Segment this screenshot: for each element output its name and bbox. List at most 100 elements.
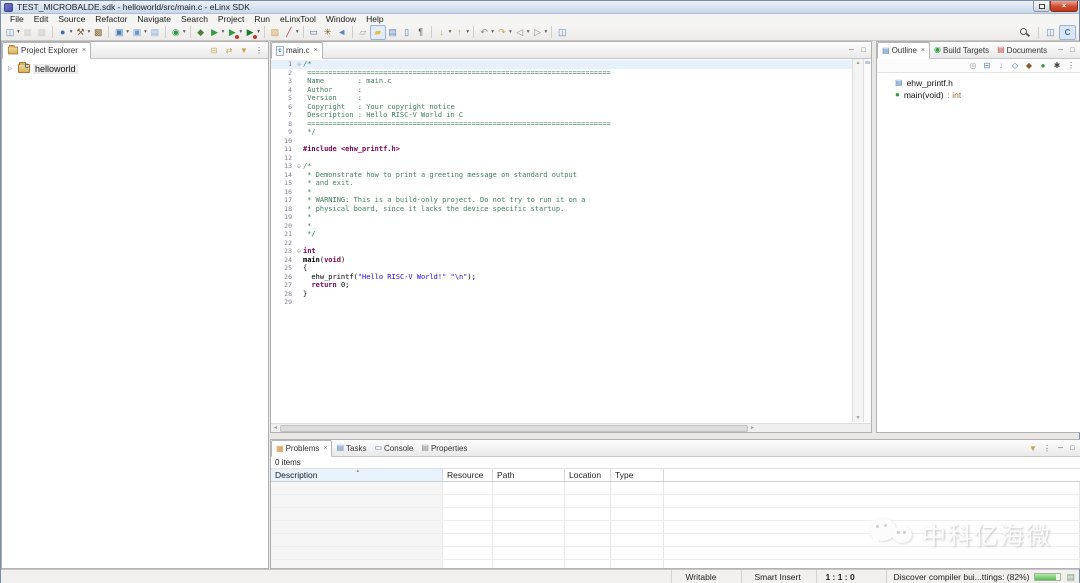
highlight-button[interactable]: ▰ [370, 25, 386, 40]
new-source-file-button[interactable]: ▤ [148, 25, 162, 40]
new-button[interactable]: ◫▾ [3, 25, 21, 40]
collapse-all-button[interactable]: ⊟ [980, 58, 994, 73]
close-button[interactable]: × [1050, 1, 1078, 12]
block-selection-button[interactable]: ▯ [400, 25, 414, 40]
previous-edit-location-button[interactable]: ↑▾ [452, 25, 470, 40]
column-header-location[interactable]: Location [565, 469, 611, 481]
problems-tab-tasks[interactable]: ▤Tasks [332, 440, 370, 456]
overview-ruler[interactable] [863, 59, 871, 422]
outline-tab-outline[interactable]: ▤Outline× [877, 42, 930, 59]
cpp-perspective-button[interactable]: C [1059, 25, 1076, 40]
maximize-button[interactable]: □ [1067, 47, 1078, 54]
column-header-resource[interactable]: Resource [443, 469, 493, 481]
menu-file[interactable]: File [5, 14, 29, 24]
open-perspective-button[interactable]: ◫ [1042, 25, 1059, 40]
minimize-button[interactable]: ─ [1055, 445, 1066, 452]
hide-non-public-button[interactable]: ● [1036, 58, 1050, 73]
menu-navigate[interactable]: Navigate [132, 14, 176, 24]
table-row[interactable] [271, 547, 1080, 560]
dropdown-arrow-icon[interactable]: ▾ [144, 29, 147, 35]
close-icon[interactable]: × [314, 47, 318, 54]
table-row[interactable] [271, 508, 1080, 521]
menu-refactor[interactable]: Refactor [90, 14, 132, 24]
expand-arrow-icon[interactable]: ▷ [8, 65, 15, 72]
scroll-down-icon[interactable]: ▼ [853, 415, 863, 421]
scroll-up-icon[interactable]: ▲ [853, 60, 863, 66]
view-menu-button[interactable]: ⋮ [1040, 441, 1054, 456]
scrollbar-thumb[interactable] [280, 425, 748, 432]
focus-button[interactable]: ◎ [966, 58, 980, 73]
debug-button[interactable]: ◆ [194, 25, 208, 40]
show-whitespace-button[interactable]: ¶ [414, 25, 428, 40]
filter-button[interactable]: ▼ [1026, 441, 1040, 456]
tab-project-explorer[interactable]: Project Explorer × [2, 42, 91, 59]
menu-search[interactable]: Search [176, 14, 213, 24]
restore-button[interactable] [1033, 1, 1050, 12]
table-row[interactable] [271, 521, 1080, 534]
new-cpp-class-button[interactable]: ▣▾ [130, 25, 148, 40]
search-icon[interactable] [1019, 26, 1031, 39]
back-button[interactable]: ◁▾ [513, 25, 531, 40]
column-header-path[interactable]: Path [493, 469, 565, 481]
view-menu-button[interactable]: ⋮ [252, 43, 266, 58]
maximize-button[interactable]: □ [858, 47, 869, 54]
console-display-button[interactable]: ▭ [307, 25, 321, 40]
dropdown-arrow-icon[interactable]: ▾ [466, 29, 469, 35]
dropdown-arrow-icon[interactable]: ▾ [70, 29, 73, 35]
save-all-button[interactable]: ▩ [35, 25, 49, 40]
scroll-right-icon[interactable]: ► [748, 424, 757, 432]
column-header-type[interactable]: Type [611, 469, 664, 481]
outline-item-ehw_printf.h[interactable]: ▤ehw_printf.h [877, 77, 1080, 89]
profile-button[interactable]: ▶▾ [243, 25, 261, 40]
close-icon[interactable]: × [323, 445, 327, 452]
dropdown-arrow-icon[interactable]: ▾ [491, 29, 494, 35]
close-icon[interactable]: × [82, 47, 86, 54]
outline-item-mainvoid[interactable]: ●main(void) : int [877, 89, 1080, 101]
redo-button[interactable]: ↷▾ [495, 25, 513, 40]
table-row[interactable] [271, 495, 1080, 508]
dropdown-arrow-icon[interactable]: ▾ [239, 29, 242, 35]
undo-button[interactable]: ↶▾ [477, 25, 495, 40]
outline-tab-documents[interactable]: ▤Documents [993, 42, 1051, 58]
forward-button[interactable]: ▷▾ [530, 25, 548, 40]
problems-tab-properties[interactable]: ▤Properties [417, 440, 471, 456]
progress-view-icon[interactable]: ▤ [1066, 572, 1075, 583]
dropdown-arrow-icon[interactable]: ▾ [544, 29, 547, 35]
problems-tab-problems[interactable]: ▦Problems× [271, 440, 332, 457]
hide-fields-button[interactable]: ◇ [1008, 58, 1022, 73]
minimize-button[interactable]: ─ [1055, 47, 1066, 54]
menu-elinxtool[interactable]: eLinxTool [275, 14, 321, 24]
problems-tab-console[interactable]: ▭Console [370, 440, 417, 456]
pin-console-button[interactable]: ◄ [335, 25, 349, 40]
menu-window[interactable]: Window [321, 14, 361, 24]
mark-occurrences-button[interactable]: ▱ [356, 25, 370, 40]
menu-project[interactable]: Project [213, 14, 249, 24]
link-with-editor-button[interactable]: ✱ [1050, 58, 1064, 73]
search-menu-button[interactable]: ╱▾ [282, 25, 300, 40]
run-button[interactable]: ▶▾ [208, 25, 226, 40]
horizontal-scrollbar[interactable]: ◄ ► [271, 423, 871, 432]
dropdown-arrow-icon[interactable]: ▾ [126, 29, 129, 35]
dropdown-arrow-icon[interactable]: ▾ [527, 29, 530, 35]
tree-item-helloworld[interactable]: ▷Chelloworld [8, 62, 268, 75]
bookmark-button[interactable]: ▤ [386, 25, 400, 40]
filter-button[interactable]: ▼ [237, 43, 251, 58]
table-row[interactable] [271, 534, 1080, 547]
dropdown-arrow-icon[interactable]: ▾ [257, 29, 260, 35]
column-header-description[interactable]: Description▴ [271, 469, 443, 481]
dropdown-arrow-icon[interactable]: ▾ [88, 29, 91, 35]
last-edit-location-button[interactable]: ↓▾ [435, 25, 453, 40]
scroll-left-icon[interactable]: ◄ [271, 424, 280, 432]
view-menu-button[interactable]: ⋮ [1064, 58, 1078, 73]
tab-main-c[interactable]: c main.c × [271, 42, 323, 59]
menu-run[interactable]: Run [249, 14, 275, 24]
collapse-all-button[interactable]: ⊟ [207, 43, 221, 58]
save-button[interactable]: ▦ [21, 25, 35, 40]
dropdown-arrow-icon[interactable]: ▾ [17, 29, 20, 35]
external-tools-button[interactable]: ◉▾ [169, 25, 187, 40]
menu-source[interactable]: Source [53, 14, 90, 24]
hide-static-button[interactable]: ◆ [1022, 58, 1036, 73]
code-editor[interactable]: 1⊖/*2 ==================================… [271, 59, 871, 422]
run-history-button[interactable]: ▶▾ [225, 25, 243, 40]
close-icon[interactable]: × [921, 47, 925, 54]
